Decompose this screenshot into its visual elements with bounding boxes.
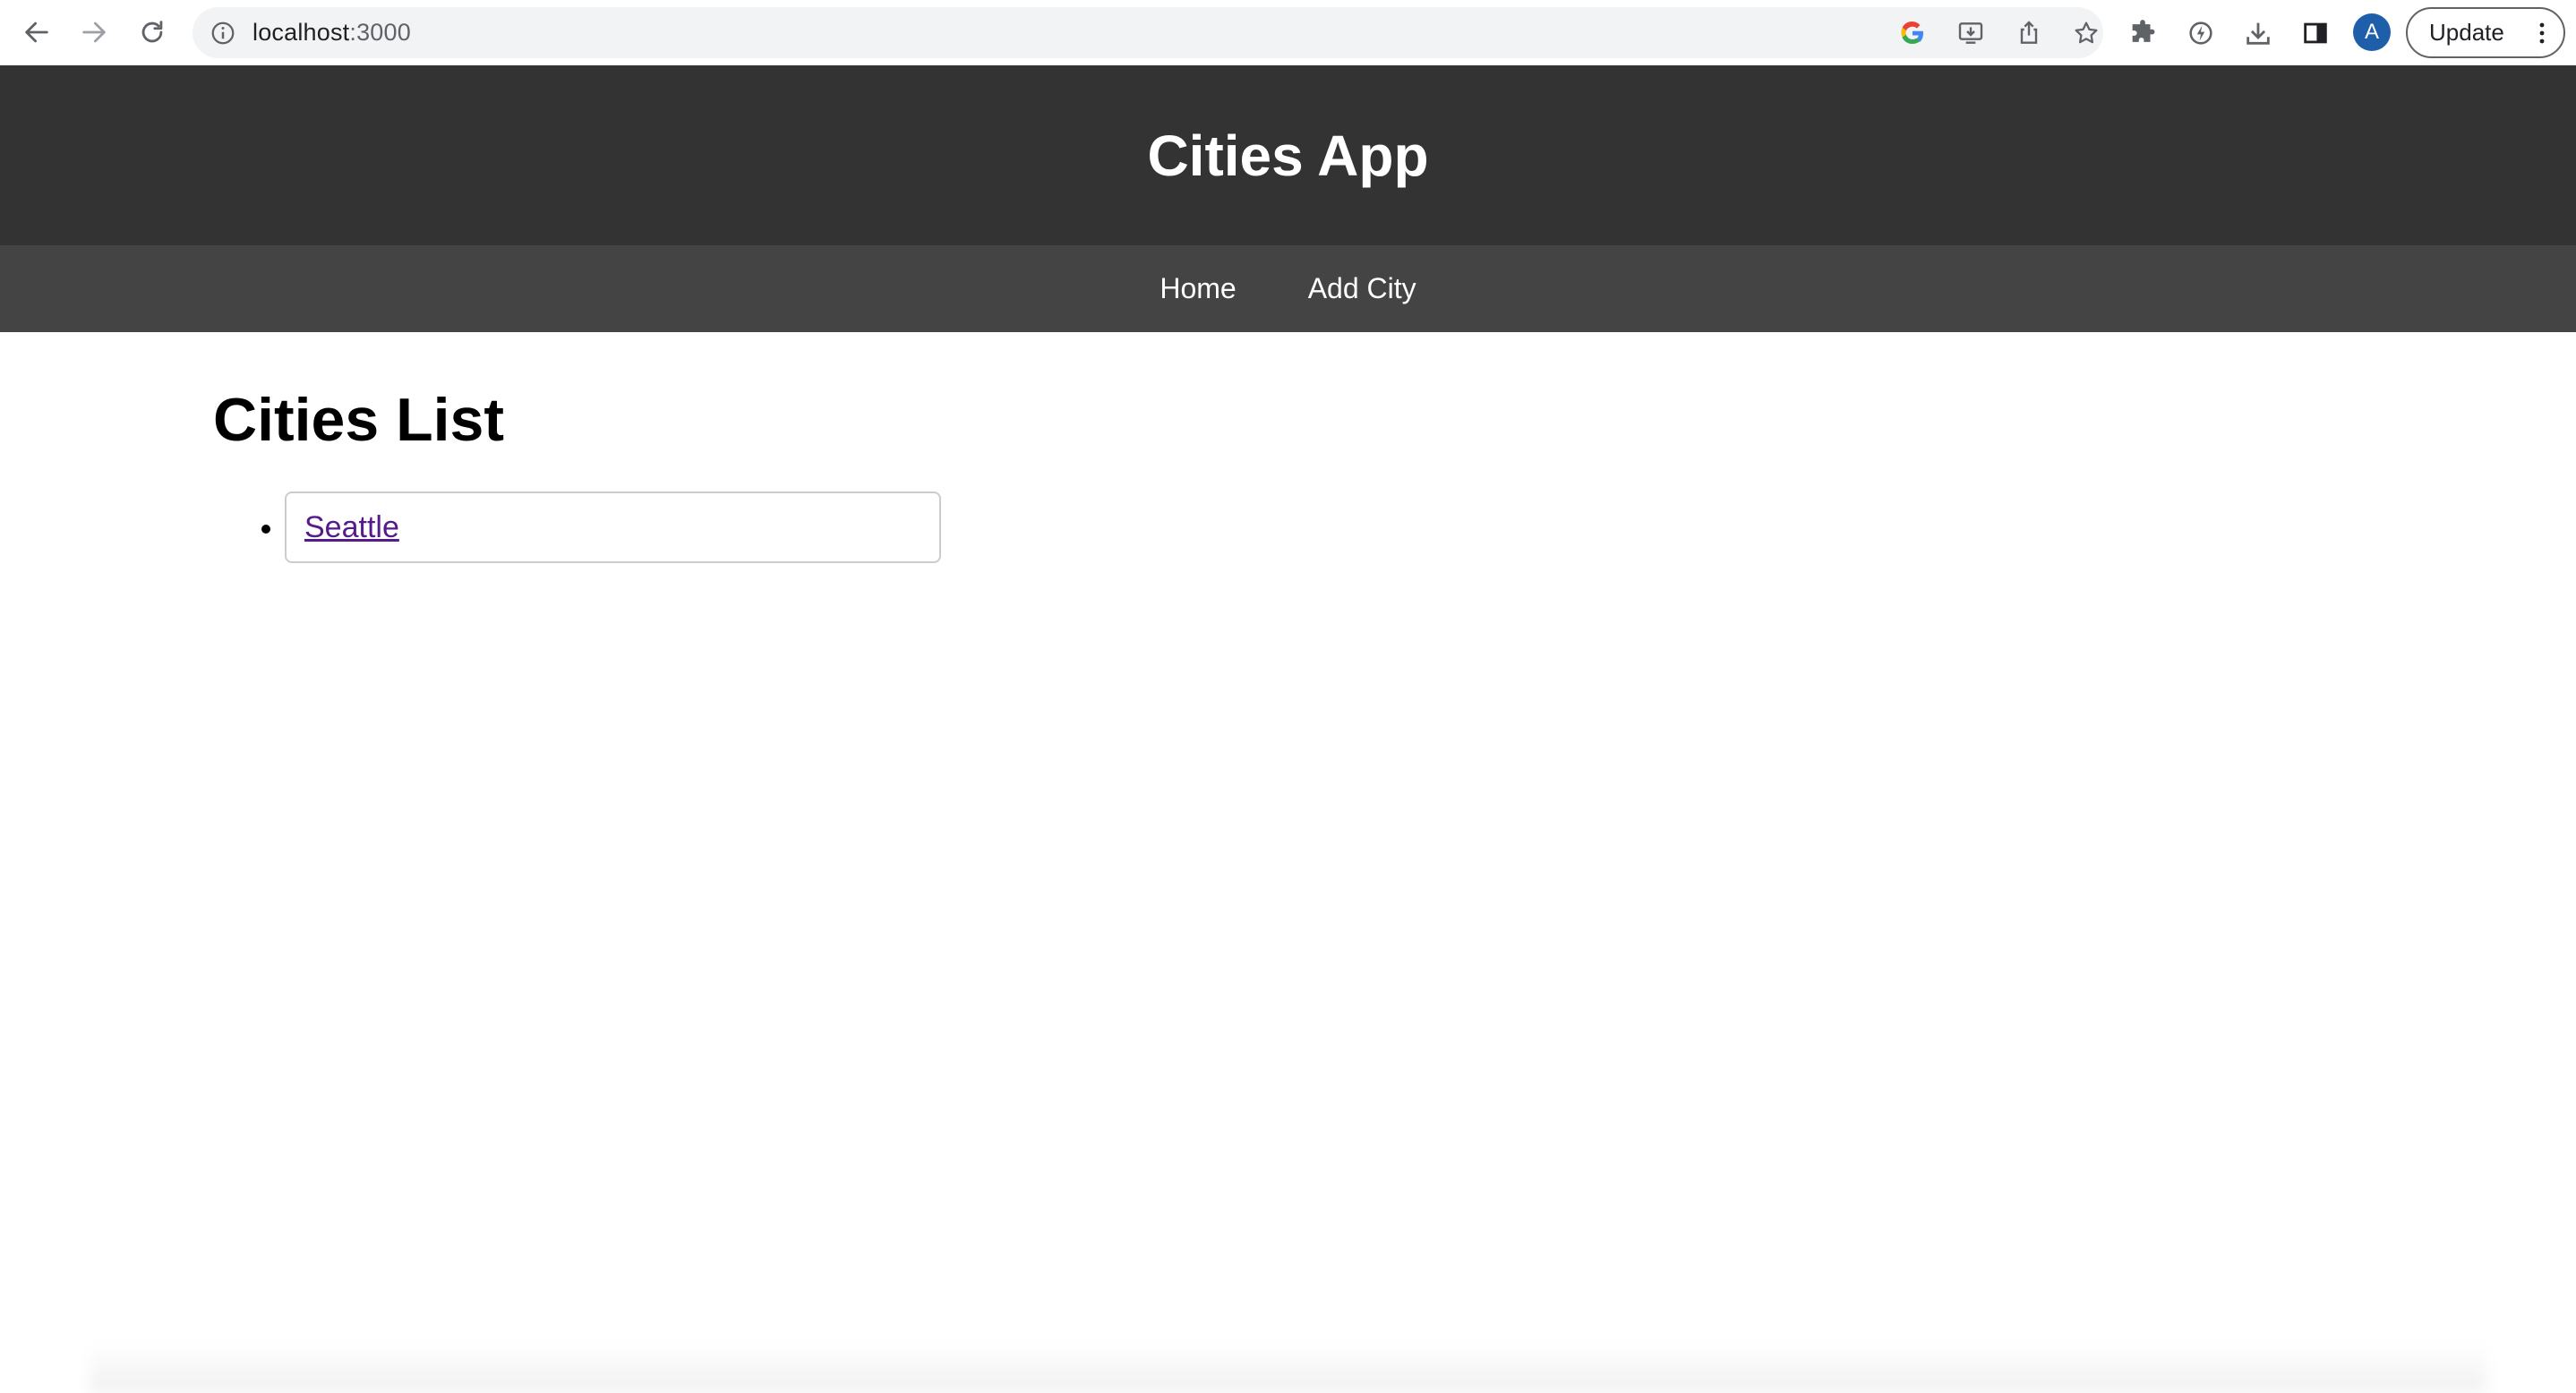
city-link-seattle[interactable]: Seattle <box>304 510 399 544</box>
app-title: Cities App <box>1147 123 1429 188</box>
browser-toolbar: localhost:3000 A Update <box>0 0 2576 65</box>
kebab-menu-icon <box>2539 22 2545 44</box>
puzzle-icon[interactable] <box>2125 15 2161 51</box>
side-panel-icon[interactable] <box>2298 15 2333 51</box>
city-list: Seattle <box>213 491 2362 563</box>
back-arrow-icon <box>25 21 48 43</box>
app-header: Cities App <box>0 65 2576 245</box>
list-item: Seattle <box>285 491 941 563</box>
info-icon[interactable] <box>210 20 236 47</box>
bottom-shadow <box>90 1343 2486 1393</box>
download-icon[interactable] <box>2240 15 2276 51</box>
star-icon[interactable] <box>2071 18 2101 48</box>
app-nav: Home Add City <box>0 245 2576 332</box>
url-text[interactable]: localhost:3000 <box>252 7 411 58</box>
page-title: Cities List <box>213 386 504 454</box>
update-label: Update <box>2429 19 2504 46</box>
back-button[interactable] <box>17 13 56 52</box>
main-content: Cities List Seattle <box>213 385 2362 563</box>
install-app-icon[interactable] <box>1956 18 1986 48</box>
avatar[interactable]: A <box>2353 13 2391 51</box>
url-port: :3000 <box>349 19 411 46</box>
google-icon[interactable] <box>1897 18 1928 48</box>
reload-button[interactable] <box>133 13 172 52</box>
share-icon[interactable] <box>2014 18 2044 48</box>
performance-icon[interactable] <box>2183 15 2219 51</box>
nav-link-home[interactable]: Home <box>1160 272 1236 305</box>
address-bar[interactable]: localhost:3000 <box>193 7 2103 58</box>
forward-button[interactable] <box>74 13 114 52</box>
reload-icon <box>141 21 163 43</box>
nav-link-add-city[interactable]: Add City <box>1308 272 1416 305</box>
update-button[interactable]: Update <box>2406 7 2565 58</box>
url-host: localhost <box>252 19 350 46</box>
forward-arrow-icon <box>82 21 106 43</box>
